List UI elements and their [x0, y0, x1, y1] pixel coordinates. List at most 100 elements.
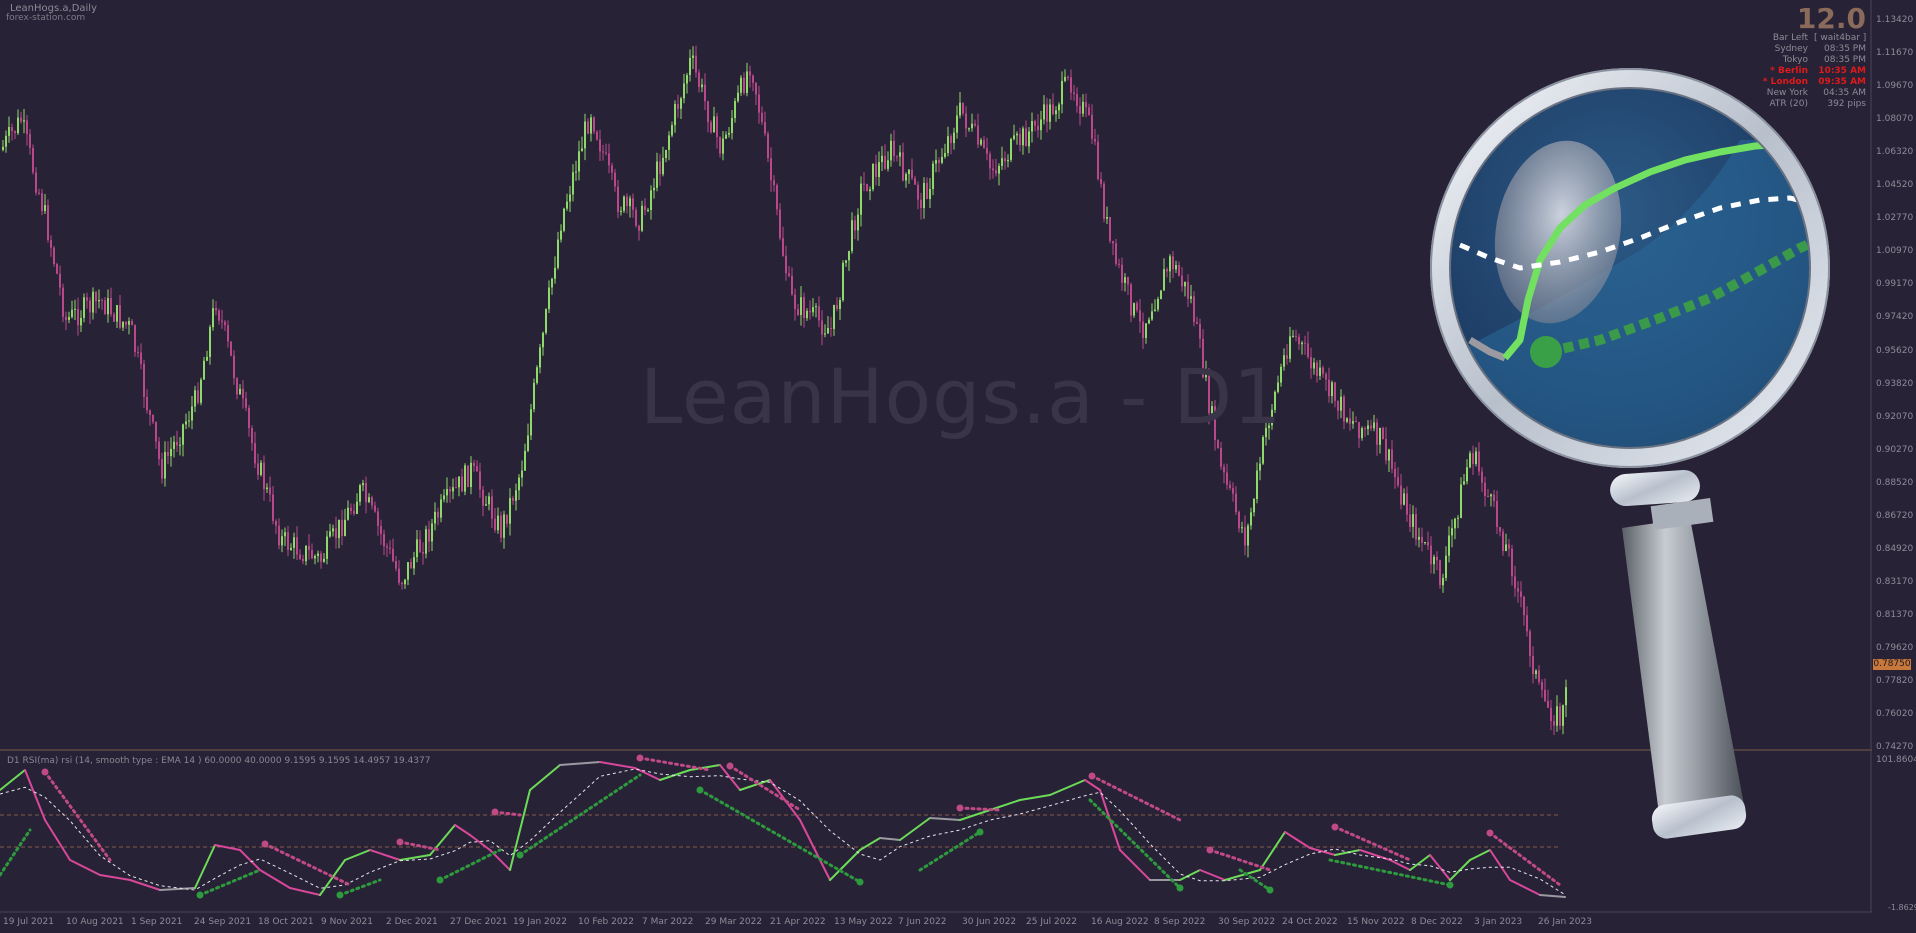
candle-body — [50, 240, 52, 248]
candle-body — [1514, 576, 1516, 589]
candle-body — [119, 305, 121, 328]
candle-body — [1298, 336, 1300, 345]
signal-start-dot — [396, 838, 404, 846]
candle-body — [1001, 158, 1003, 166]
candle-body — [1427, 542, 1429, 546]
candle-body — [695, 55, 697, 73]
candle-body — [1229, 484, 1231, 488]
candle-body — [509, 498, 511, 524]
price-chart[interactable] — [0, 0, 1916, 933]
candle-body — [1478, 451, 1480, 472]
candle-body — [17, 117, 19, 134]
candle-body — [257, 463, 259, 475]
candle-body — [698, 72, 700, 88]
candle-body — [476, 466, 478, 472]
candle-body — [1007, 159, 1009, 162]
session-info-label: * Berlin — [1770, 66, 1808, 76]
candle-body — [248, 407, 250, 428]
candle-body — [53, 247, 55, 264]
candle-body — [491, 496, 493, 519]
candle-body — [1361, 428, 1363, 439]
candle-body — [950, 136, 952, 144]
candle-body — [143, 363, 145, 397]
candle-body — [998, 165, 1000, 174]
price-axis-label: 1.02770 — [1876, 213, 1914, 224]
session-info-label: Bar Left — [1772, 33, 1808, 43]
candle-body — [1310, 357, 1312, 369]
candle-body — [137, 351, 139, 353]
candle-body — [911, 169, 913, 179]
candle-body — [1475, 451, 1477, 464]
candle-body — [806, 310, 808, 319]
candle-body — [1448, 535, 1450, 556]
signal-start-dot — [491, 808, 499, 816]
candle-body — [1331, 382, 1333, 397]
candle-body — [710, 122, 712, 133]
time-axis-label: 7 Mar 2022 — [642, 917, 694, 927]
candle-body — [1133, 303, 1135, 316]
candle-body — [2, 146, 4, 150]
candle-body — [1181, 275, 1183, 287]
time-axis-label: 24 Sep 2021 — [194, 917, 252, 927]
candle-body — [578, 151, 580, 172]
candle-body — [962, 102, 964, 114]
candle-body — [440, 499, 442, 518]
price-axis-label: 1.09670 — [1876, 81, 1914, 92]
candle-body — [722, 138, 724, 154]
indicator-title: D1 RSI(ma) rsi (14, smooth type : EMA 14… — [7, 756, 431, 766]
candle-body — [938, 160, 940, 163]
session-info-value: [ wait4bar ] — [1814, 33, 1867, 43]
candle-body — [146, 396, 148, 411]
candle-body — [671, 125, 673, 136]
candle-body — [1319, 367, 1321, 376]
candle-body — [587, 121, 589, 134]
candle-body — [473, 462, 475, 467]
candle-body — [149, 410, 151, 415]
candle-body — [272, 494, 274, 521]
time-axis-label: 21 Apr 2022 — [770, 917, 826, 927]
candle-body — [1460, 484, 1462, 518]
signal-start-dot — [1446, 881, 1454, 889]
candle-body — [179, 444, 181, 446]
candle-body — [155, 421, 157, 442]
signal-start-dot — [336, 891, 344, 899]
candle-body — [158, 441, 160, 460]
candle-body — [359, 485, 361, 502]
candle-body — [95, 291, 97, 302]
candle-body — [1025, 128, 1027, 147]
candle-body — [302, 559, 304, 562]
candle-body — [1337, 400, 1339, 411]
candle-body — [1217, 440, 1219, 448]
candle-body — [545, 309, 547, 333]
candle-body — [1148, 319, 1150, 324]
candle-body — [329, 531, 331, 537]
candle-body — [917, 184, 919, 200]
candle-body — [581, 148, 583, 152]
candle-body — [1433, 556, 1435, 565]
candle-body — [1253, 499, 1255, 513]
candle-body — [629, 198, 631, 207]
candle-body — [884, 155, 886, 169]
candle-body — [434, 511, 436, 524]
candle-body — [761, 112, 763, 123]
candle-body — [470, 462, 472, 487]
candle-body — [854, 220, 856, 231]
candle-body — [869, 189, 871, 192]
candle-body — [521, 470, 523, 478]
candle-body — [836, 304, 838, 309]
candle-body — [425, 529, 427, 554]
candle-body — [389, 547, 391, 549]
candle-body — [446, 489, 448, 496]
price-axis-label: 0.92070 — [1876, 411, 1914, 422]
candle-body — [86, 297, 88, 301]
candle-body — [1379, 428, 1381, 445]
candle-body — [410, 562, 412, 569]
candle-body — [1061, 80, 1063, 105]
candle-body — [1505, 544, 1507, 551]
candle-body — [287, 532, 289, 550]
candle-body — [533, 382, 535, 410]
candle-body — [890, 140, 892, 161]
candle-body — [1496, 501, 1498, 528]
price-axis-label: 1.13420 — [1876, 15, 1914, 25]
session-info-value: 09:35 AM — [1818, 77, 1866, 87]
